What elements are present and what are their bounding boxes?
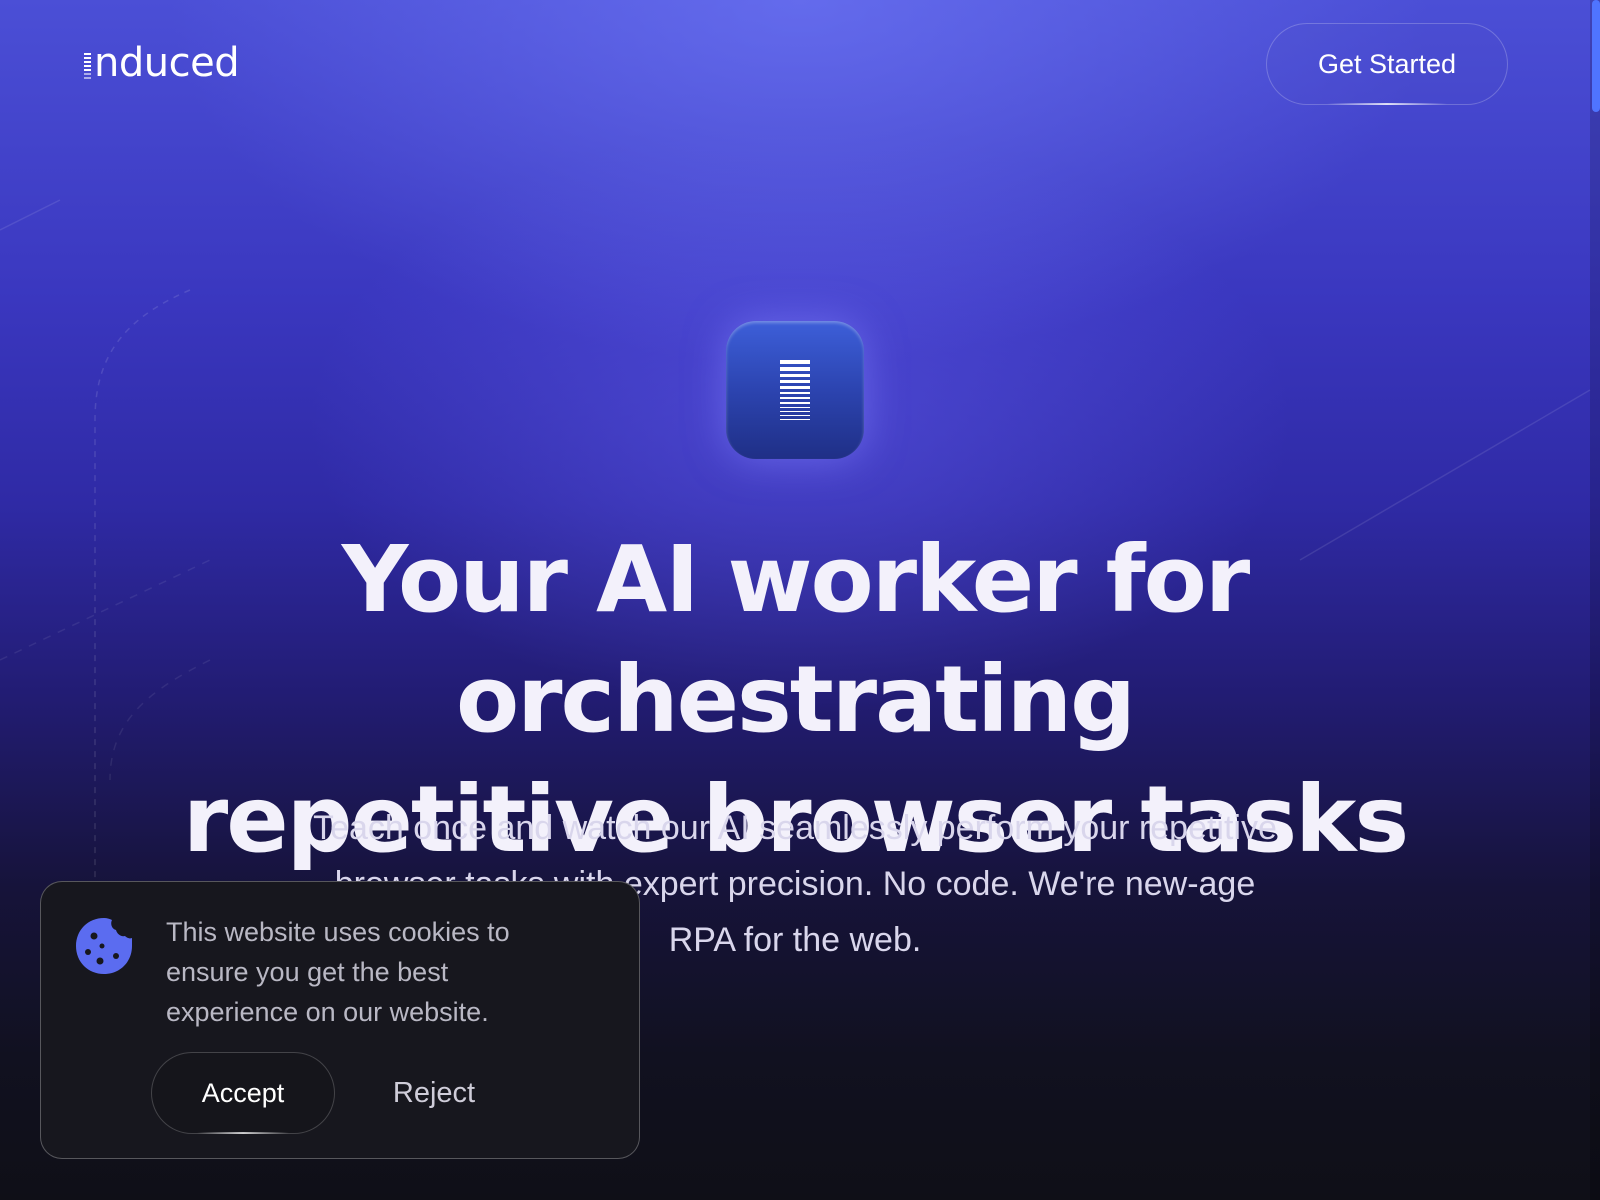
page-scrollbar[interactable] — [1590, 0, 1600, 1200]
headline-line-1: Your AI worker for orchestrating — [341, 526, 1250, 753]
scrollbar-thumb[interactable] — [1592, 0, 1600, 112]
reject-cookies-button[interactable]: Reject — [359, 1052, 509, 1134]
get-started-button[interactable]: Get Started — [1266, 23, 1508, 105]
barcode-stack-icon — [84, 53, 91, 79]
barcode-stack-icon — [780, 360, 810, 420]
cookie-message: This website uses cookies to ensure you … — [166, 917, 510, 1027]
cookie-banner: This website uses cookies to ensure you … — [40, 881, 640, 1159]
brand-name: nduced — [94, 40, 240, 86]
cookie-icon — [76, 918, 132, 974]
app-icon — [726, 321, 864, 459]
brand-logo[interactable]: nduced — [84, 40, 240, 86]
accept-cookies-button[interactable]: Accept — [151, 1052, 335, 1134]
